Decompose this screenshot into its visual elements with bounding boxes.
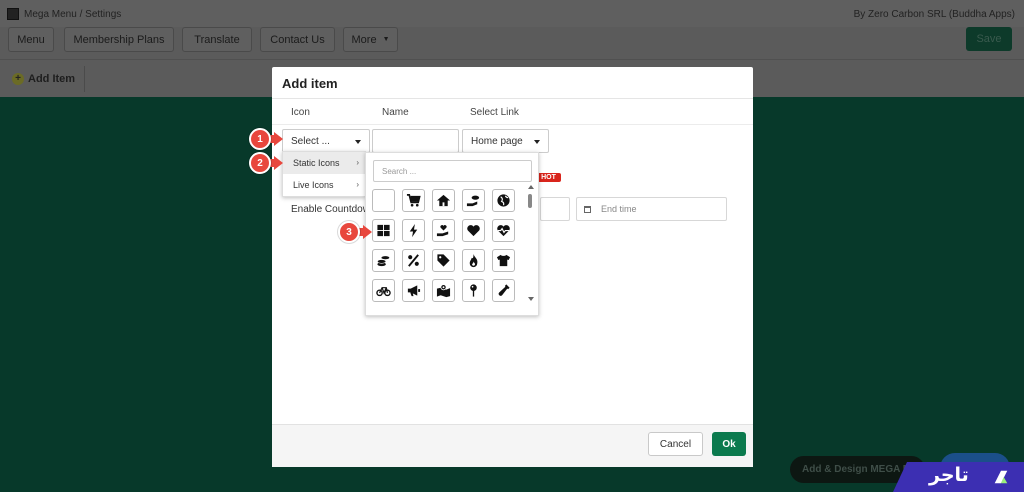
- step-marker-3: 3: [338, 221, 372, 243]
- marker-number: 3: [338, 221, 360, 243]
- fire-icon[interactable]: [462, 249, 485, 272]
- marker-arrow-tip: [274, 132, 283, 146]
- end-time-placeholder: End time: [601, 204, 637, 214]
- brand-watermark: تاجر: [893, 462, 1024, 492]
- heartbeat-icon[interactable]: [492, 219, 515, 242]
- brand-logo-icon: [994, 470, 1008, 484]
- home-icon[interactable]: [432, 189, 455, 212]
- nav-menu-button[interactable]: Menu: [8, 27, 54, 52]
- modal-title: Add item: [282, 76, 338, 91]
- step-marker-2: 2: [249, 152, 283, 174]
- end-time-input[interactable]: End time: [576, 197, 727, 221]
- icon-search-placeholder: Search ...: [382, 166, 417, 176]
- hand-heart-icon[interactable]: [432, 219, 455, 242]
- bottle-icon[interactable]: [492, 279, 515, 302]
- coins-hand-icon[interactable]: [462, 189, 485, 212]
- chevron-right-icon: ›: [356, 158, 359, 167]
- nav-membership-plans-button[interactable]: Membership Plans: [64, 27, 174, 52]
- brand-logo-text: تاجر: [929, 464, 969, 486]
- marker-arrow-tip: [274, 156, 283, 170]
- menu-item-label: Static Icons: [293, 158, 340, 168]
- coins-icon[interactable]: [372, 249, 395, 272]
- map-marked-icon[interactable]: [432, 279, 455, 302]
- marker-arrow-tip: [363, 225, 372, 239]
- marker-number: 1: [249, 128, 271, 150]
- link-select[interactable]: Home page: [462, 129, 549, 153]
- globe-icon[interactable]: [492, 189, 515, 212]
- nav-more-button[interactable]: More ▼: [343, 27, 398, 52]
- th-large-icon[interactable]: [372, 219, 395, 242]
- scroll-down-icon[interactable]: [528, 297, 534, 301]
- caret-down-icon: [534, 140, 540, 144]
- nav-translate-button[interactable]: Translate: [182, 27, 252, 52]
- cart-icon[interactable]: [402, 189, 425, 212]
- nav-bar: Menu Membership Plans Translate Contact …: [0, 27, 1024, 59]
- tshirt-icon[interactable]: [492, 249, 515, 272]
- marker-number: 2: [249, 152, 271, 174]
- modal-header: Add item: [272, 67, 753, 99]
- plus-icon[interactable]: +: [12, 73, 24, 85]
- icon-picker-scrollbar[interactable]: [527, 185, 534, 305]
- hot-badge: HOT: [536, 173, 561, 182]
- ok-button[interactable]: Ok: [712, 432, 746, 456]
- save-button[interactable]: Save: [966, 27, 1012, 51]
- caret-down-icon: [355, 140, 361, 144]
- scroll-up-icon[interactable]: [528, 185, 534, 189]
- calendar-icon: [584, 205, 591, 213]
- bolt-icon[interactable]: [402, 219, 425, 242]
- blank-icon[interactable]: [372, 189, 395, 212]
- nav-more-label: More: [351, 33, 377, 46]
- top-bar: Mega Menu / Settings By Zero Carbon SRL …: [0, 0, 1024, 27]
- modal-footer: Cancel Ok: [272, 424, 753, 467]
- icon-select[interactable]: Select ...: [282, 129, 370, 153]
- percent-icon[interactable]: [402, 249, 425, 272]
- bullhorn-icon[interactable]: [402, 279, 425, 302]
- cancel-button[interactable]: Cancel: [648, 432, 703, 456]
- enable-countdown-label: Enable Countdown: [291, 204, 376, 215]
- map-pin-icon[interactable]: [462, 279, 485, 302]
- divider: [272, 124, 753, 125]
- menu-item-label: Live Icons: [293, 180, 334, 190]
- developer-credit: By Zero Carbon SRL (Buddha Apps): [853, 9, 1015, 20]
- step-marker-1: 1: [249, 128, 283, 150]
- icon-search-input[interactable]: Search ...: [373, 160, 532, 182]
- app-logo-icon: [7, 8, 19, 20]
- chevron-right-icon: ›: [356, 180, 359, 189]
- icon-type-menu: Static Icons › Live Icons ›: [282, 151, 366, 197]
- column-header-icon: Icon: [291, 107, 310, 118]
- link-select-value: Home page: [471, 135, 523, 147]
- heart-icon[interactable]: [462, 219, 485, 242]
- chevron-down-icon: ▼: [382, 36, 390, 43]
- divider: [84, 66, 85, 92]
- menu-item-static-icons[interactable]: Static Icons ›: [283, 152, 365, 174]
- bicycle-icon[interactable]: [372, 279, 395, 302]
- menu-item-live-icons[interactable]: Live Icons ›: [283, 174, 365, 196]
- column-header-name: Name: [382, 107, 409, 118]
- breadcrumb: Mega Menu / Settings: [24, 9, 122, 20]
- nav-contact-us-button[interactable]: Contact Us: [260, 27, 335, 52]
- tag-icon[interactable]: [432, 249, 455, 272]
- column-header-select-link: Select Link: [470, 107, 519, 118]
- start-time-input[interactable]: [540, 197, 570, 221]
- add-item-button[interactable]: Add Item: [28, 73, 75, 85]
- name-input[interactable]: [372, 129, 459, 153]
- icon-select-value: Select ...: [291, 135, 330, 147]
- scroll-thumb[interactable]: [528, 194, 532, 208]
- icon-picker-panel: Search ...: [365, 152, 539, 316]
